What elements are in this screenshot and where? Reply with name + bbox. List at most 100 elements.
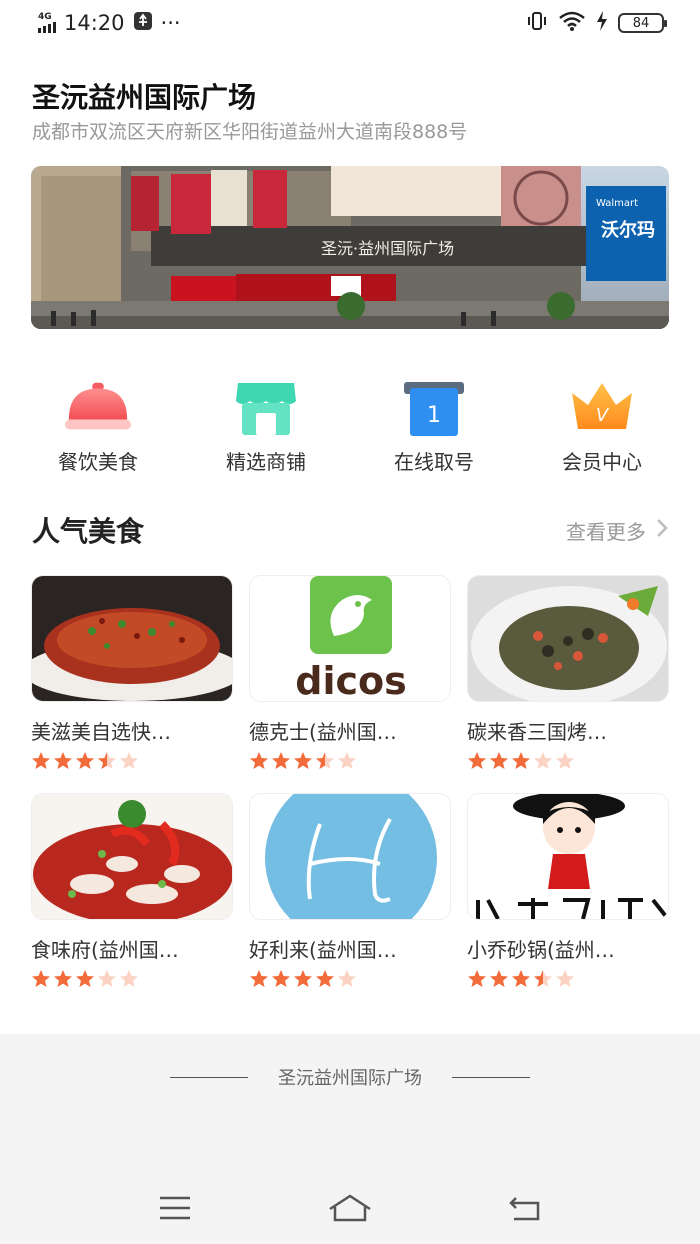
star-full-icon [250,970,268,987]
nav-vip-label: 会员中心 [562,450,642,474]
star-full-icon [76,970,94,987]
star-full-icon [250,752,268,769]
view-more-label: 查看更多 [566,519,646,544]
chevron-right-icon [656,518,668,543]
cellular-signal-icon: 4G [38,13,56,33]
food-card[interactable]: 美滋美自选快… [31,575,233,771]
star-empty-icon [338,752,356,769]
nav-food-label: 餐饮美食 [58,450,138,474]
star-rating [31,969,233,989]
food-name: 碳来香三国烤… [467,720,607,744]
food-card[interactable]: dicos 德克士(益州国… [249,575,451,771]
star-empty-icon [556,970,574,987]
nav-stores-label: 精选商铺 [226,450,306,474]
star-half-icon [98,752,116,769]
usb-icon [133,11,153,36]
star-full-icon [272,752,290,769]
star-empty-icon [120,970,138,987]
footer-text: 圣沅益州国际广场 [278,1068,422,1089]
more-status-icon: ··· [160,11,181,35]
food-card[interactable]: 碳来香三国烤… [467,575,669,771]
food-name: 食味府(益州国… [31,938,179,962]
vibrate-icon [526,10,548,37]
star-empty-icon [98,970,116,987]
battery-level: 84 [632,15,650,31]
food-image-spicy-fish [31,793,233,920]
food-cloche-icon [63,378,133,438]
star-full-icon [294,970,312,987]
banner-image[interactable]: 圣沅·益州国际广场 Walmart 沃尔玛 [31,166,669,329]
nav-stores[interactable]: 精选商铺 [182,378,350,475]
star-full-icon [468,752,486,769]
footer-line: 圣沅益州国际广场 [0,1064,700,1090]
charging-icon [596,10,608,36]
star-half-icon [534,970,552,987]
food-image-fish [31,575,233,702]
star-full-icon [490,970,508,987]
star-full-icon [54,752,72,769]
star-rating [249,751,451,771]
star-empty-icon [534,752,552,769]
page-title: 圣沅益州国际广场 [32,81,257,114]
clock: 14:20 [64,11,125,35]
banner-walmart-en: Walmart [596,198,638,209]
star-full-icon [490,752,508,769]
nav-queue[interactable]: 1 在线取号 [350,378,518,475]
banner-walmart: 沃尔玛 [601,219,655,241]
star-full-icon [512,752,530,769]
wifi-icon [558,10,586,37]
star-full-icon [76,752,94,769]
food-name: 小乔砂锅(益州… [467,938,615,962]
food-image-snails [467,575,669,702]
queue-number-icon: 1 [399,378,469,438]
nav-vip[interactable]: V 会员中心 [518,378,686,475]
food-card[interactable]: 小乔砂锅(益州… [467,793,669,989]
star-full-icon [54,970,72,987]
star-rating [249,969,451,989]
back-icon[interactable] [508,1194,542,1226]
dicos-logo-text: dicos [295,659,406,702]
food-image-dicos: dicos [249,575,451,702]
status-left: 4G 14:20 ··· [38,11,181,36]
star-full-icon [32,970,50,987]
food-name: 美滋美自选快… [31,720,171,744]
food-image-holiland [249,793,451,920]
star-rating [31,751,233,771]
nav-queue-label: 在线取号 [394,450,474,474]
food-image-xiaoqiao [467,793,669,920]
food-grid: 美滋美自选快… dicos 德克士(益州国… 碳来香三国烤… 食味府(益州国… … [31,575,671,989]
battery-icon: 84 [618,13,667,33]
status-bar: 4G 14:20 ··· 84 [0,0,700,46]
star-full-icon [468,970,486,987]
star-full-icon [316,970,334,987]
divider [452,1076,530,1078]
star-empty-icon [338,970,356,987]
star-rating [467,751,669,771]
star-rating [467,969,669,989]
quick-nav: 餐饮美食 精选商铺 1 在线取号 V 会员中心 [0,378,700,475]
menu-icon[interactable] [158,1195,192,1225]
star-full-icon [294,752,312,769]
star-full-icon [272,970,290,987]
network-type: 4G [38,12,52,22]
divider [170,1076,248,1078]
star-full-icon [32,752,50,769]
store-icon [231,378,301,438]
svg-text:1: 1 [427,403,441,428]
section-title: 人气美食 [32,515,145,548]
food-name: 好利来(益州国… [249,938,397,962]
food-card[interactable]: 好利来(益州国… [249,793,451,989]
svg-text:V: V [596,405,610,426]
system-nav-bar [0,1180,700,1240]
vip-crown-icon: V [567,378,637,438]
star-full-icon [512,970,530,987]
home-icon[interactable] [327,1193,373,1227]
star-half-icon [316,752,334,769]
star-empty-icon [556,752,574,769]
food-card[interactable]: 食味府(益州国… [31,793,233,989]
view-more-link[interactable]: 查看更多 [566,516,668,545]
nav-food[interactable]: 餐饮美食 [14,378,182,475]
food-name: 德克士(益州国… [249,720,397,744]
mall-address: 成都市双流区天府新区华阳街道益州大道南段888号 [32,121,468,143]
star-empty-icon [120,752,138,769]
